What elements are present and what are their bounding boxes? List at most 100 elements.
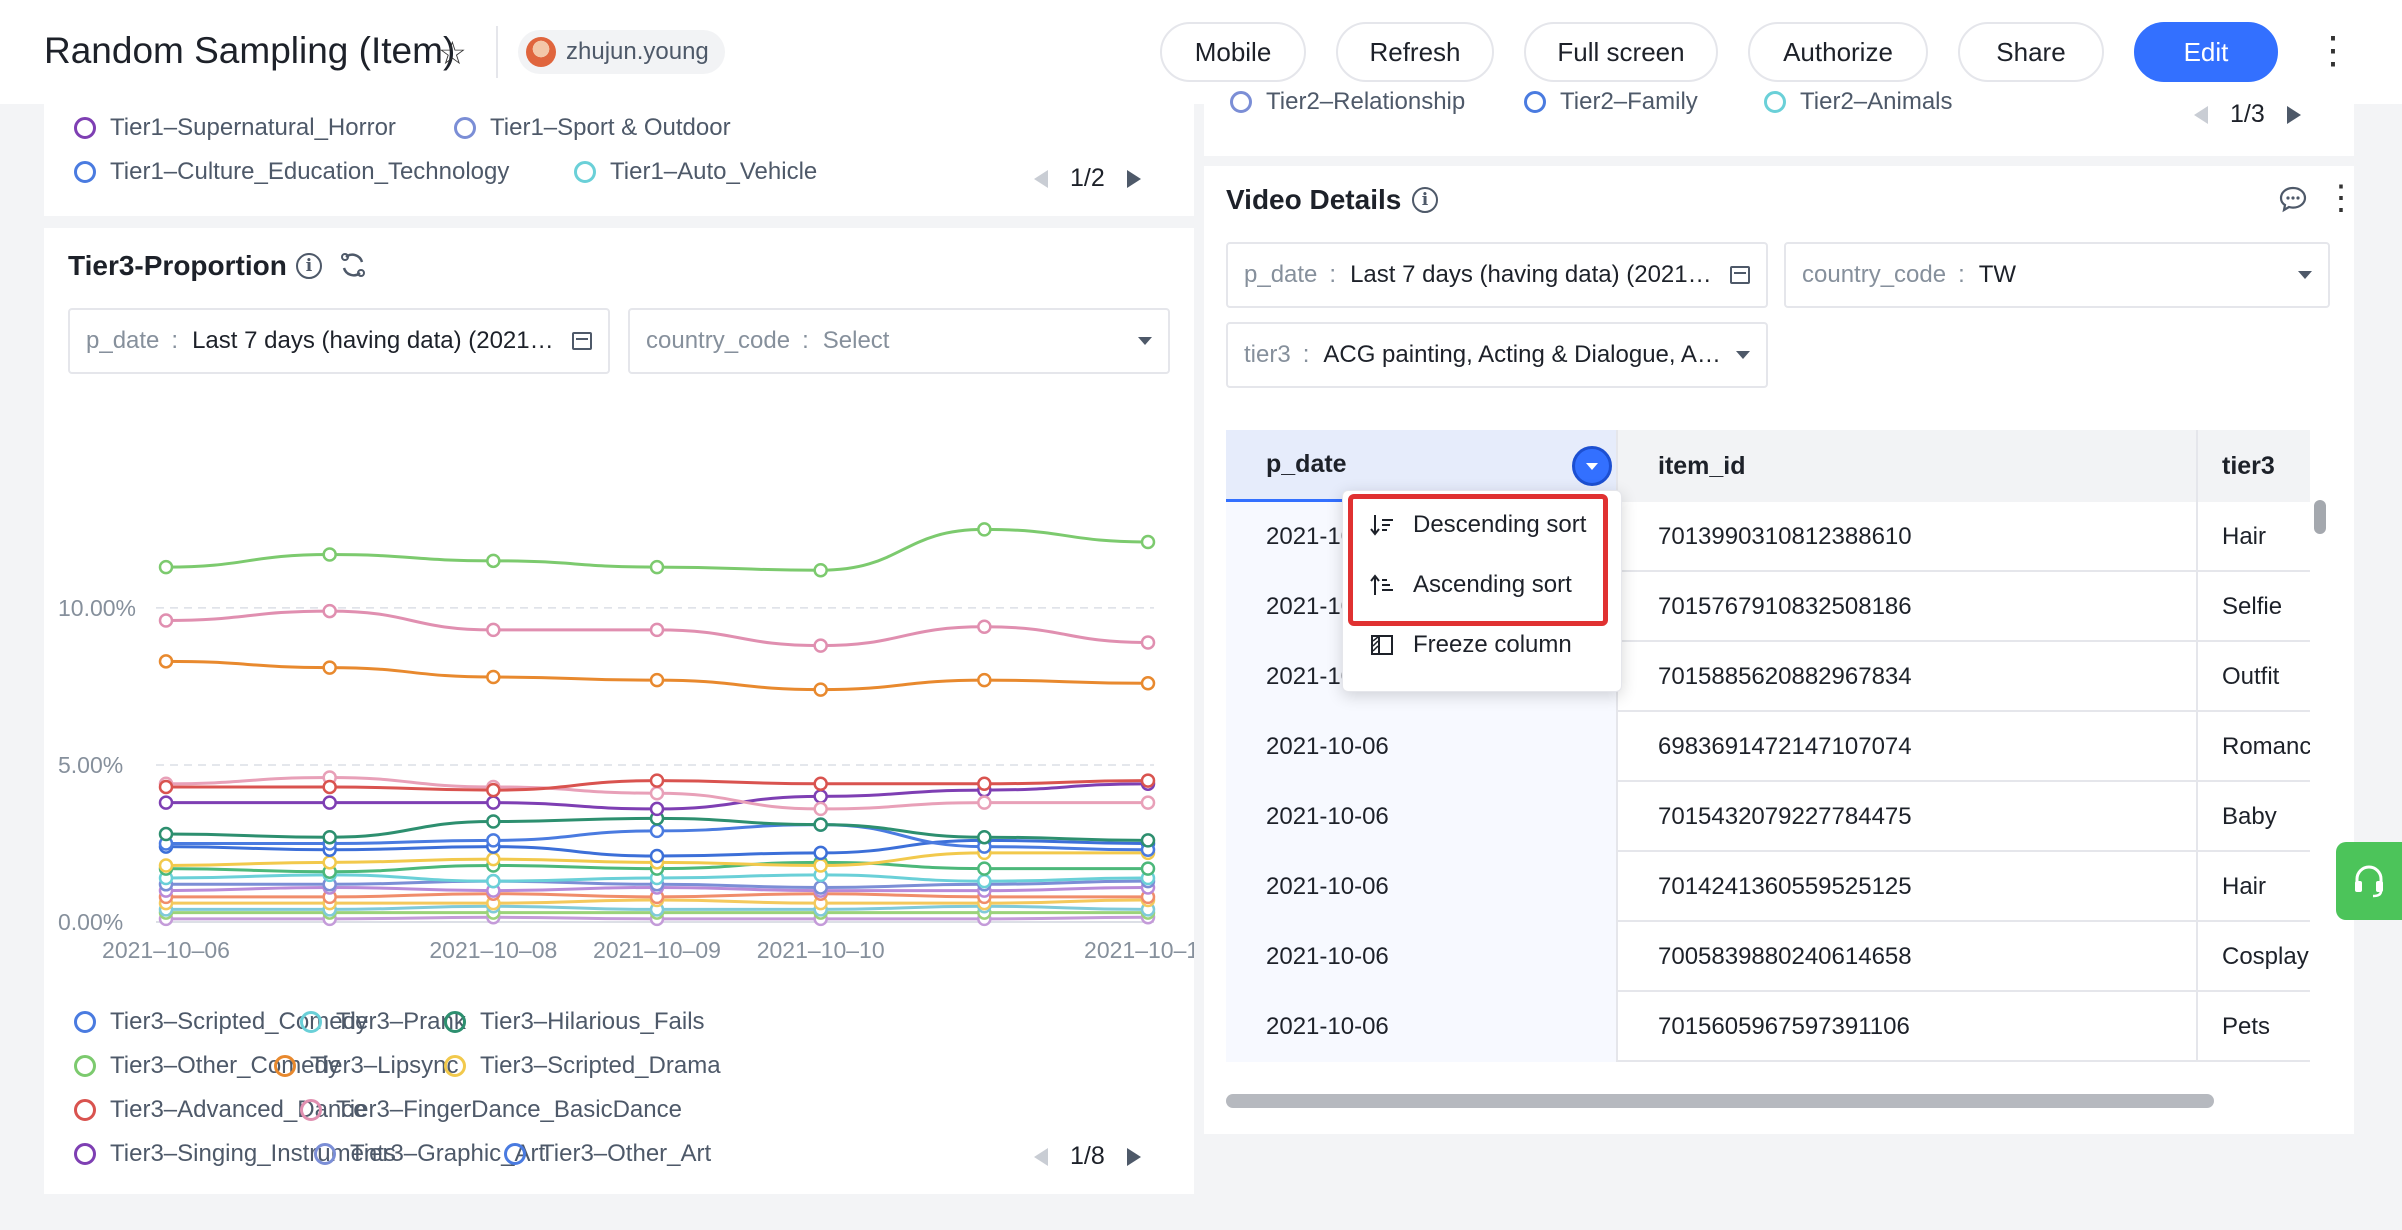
data-point[interactable] bbox=[322, 829, 337, 845]
star-icon[interactable]: ☆ bbox=[438, 34, 467, 72]
tier3-filter[interactable]: tier3 : ACG painting, Acting & Dialogue,… bbox=[1226, 322, 1768, 388]
data-point[interactable] bbox=[813, 858, 828, 873]
data-point[interactable] bbox=[813, 789, 828, 804]
table-row[interactable]: 2021-10-06 7015605967597391106 Pets bbox=[1226, 992, 2310, 1062]
data-point[interactable] bbox=[813, 880, 828, 895]
data-point[interactable] bbox=[977, 672, 992, 688]
data-point[interactable] bbox=[649, 823, 665, 839]
more-vertical-icon[interactable]: ⋮ bbox=[2314, 28, 2352, 73]
legend-item[interactable]: Tier3–FingerDance_BasicDance bbox=[300, 1096, 682, 1124]
data-point[interactable] bbox=[158, 654, 174, 669]
p-date-filter[interactable]: p_date : Last 7 days (having data) (2021… bbox=[1226, 242, 1768, 308]
legend-item[interactable]: Tier2–Family bbox=[1524, 88, 1698, 116]
next-page-icon[interactable] bbox=[1126, 1147, 1141, 1166]
data-point[interactable] bbox=[486, 782, 501, 798]
data-point[interactable] bbox=[486, 873, 501, 889]
data-point[interactable] bbox=[977, 522, 992, 537]
data-point[interactable] bbox=[158, 779, 174, 795]
data-point[interactable] bbox=[486, 851, 501, 867]
data-point[interactable] bbox=[322, 660, 337, 675]
prev-page-icon[interactable] bbox=[2194, 105, 2208, 124]
legend-item[interactable]: Tier2–Animals bbox=[1764, 88, 1953, 116]
data-point[interactable] bbox=[322, 779, 337, 795]
prev-page-icon[interactable] bbox=[1034, 1147, 1048, 1166]
table-row[interactable]: 2021-10-06 7015432079227784475 Baby bbox=[1226, 782, 2310, 852]
data-point[interactable] bbox=[977, 873, 992, 889]
user-chip[interactable]: zhujun.young bbox=[518, 30, 725, 74]
data-point[interactable] bbox=[649, 848, 665, 864]
data-point[interactable] bbox=[813, 776, 828, 792]
freeze-column-item[interactable]: Freeze column bbox=[1369, 631, 1572, 659]
horizontal-scrollbar[interactable] bbox=[1226, 1094, 2214, 1108]
next-page-icon[interactable] bbox=[2286, 105, 2301, 124]
refresh-button[interactable]: Refresh bbox=[1336, 22, 1494, 82]
table-row[interactable]: 2021-10-066983691472147107074 Romance bbox=[1226, 712, 2310, 782]
data-point[interactable] bbox=[322, 603, 337, 619]
data-point[interactable] bbox=[813, 845, 828, 861]
data-point[interactable] bbox=[649, 559, 665, 575]
data-point[interactable] bbox=[1140, 534, 1156, 550]
legend-item[interactable]: Tier1–Supernatural_Horror bbox=[74, 114, 396, 142]
data-point[interactable] bbox=[1140, 676, 1156, 691]
data-point[interactable] bbox=[1140, 773, 1156, 788]
data-point[interactable] bbox=[977, 619, 992, 635]
data-point[interactable] bbox=[813, 817, 828, 832]
data-point[interactable] bbox=[813, 682, 828, 697]
country-code-filter[interactable]: country_code : TW bbox=[1784, 242, 2330, 308]
data-point[interactable] bbox=[649, 801, 665, 817]
data-point[interactable] bbox=[649, 622, 665, 638]
data-point[interactable] bbox=[977, 861, 992, 876]
legend-item[interactable]: Tier3–Scripted_Drama bbox=[444, 1052, 721, 1080]
data-point[interactable] bbox=[158, 795, 174, 810]
legend-item[interactable]: Tier1–Culture_Education_Technology bbox=[74, 158, 509, 186]
legend-item[interactable]: Tier3–Lipsync bbox=[274, 1052, 459, 1080]
legend-item[interactable]: Tier2–Relationship bbox=[1230, 88, 1465, 116]
data-point[interactable] bbox=[977, 776, 992, 792]
info-icon[interactable]: i bbox=[1412, 187, 1438, 213]
comment-icon[interactable] bbox=[2278, 184, 2308, 214]
edit-button[interactable]: Edit bbox=[2134, 22, 2278, 82]
data-point[interactable] bbox=[486, 833, 501, 848]
data-point[interactable] bbox=[158, 613, 174, 628]
data-point[interactable] bbox=[813, 801, 828, 817]
data-point[interactable] bbox=[158, 826, 174, 842]
data-point[interactable] bbox=[977, 795, 992, 810]
data-point[interactable] bbox=[1140, 795, 1156, 810]
legend-item[interactable]: Tier3–Prank bbox=[300, 1008, 466, 1036]
data-point[interactable] bbox=[486, 553, 501, 569]
next-page-icon[interactable] bbox=[1126, 169, 1141, 188]
data-point[interactable] bbox=[813, 562, 828, 578]
data-point[interactable] bbox=[486, 622, 501, 638]
data-point[interactable] bbox=[813, 638, 828, 653]
card-more-vertical-icon[interactable]: ⋮ bbox=[2324, 178, 2358, 218]
data-point[interactable] bbox=[977, 829, 992, 845]
data-point[interactable] bbox=[1140, 635, 1156, 650]
data-point[interactable] bbox=[322, 855, 337, 870]
prev-page-icon[interactable] bbox=[1034, 169, 1048, 188]
column-header-item-id[interactable]: item_id bbox=[1618, 430, 2198, 502]
legend-item[interactable]: Tier3–Other_Art bbox=[504, 1140, 711, 1168]
legend-item[interactable]: Tier1–Sport & Outdoor bbox=[454, 114, 731, 142]
column-header-tier3[interactable]: tier3 bbox=[2198, 430, 2310, 502]
data-point[interactable] bbox=[322, 547, 337, 562]
legend-item[interactable]: Tier3–Hilarious_Fails bbox=[444, 1008, 705, 1036]
data-point[interactable] bbox=[1140, 833, 1156, 848]
column-sort-button[interactable] bbox=[1572, 446, 1612, 486]
data-point[interactable] bbox=[649, 672, 665, 688]
data-point[interactable] bbox=[1140, 861, 1156, 876]
data-point[interactable] bbox=[322, 795, 337, 810]
data-point[interactable] bbox=[158, 559, 174, 575]
data-point[interactable] bbox=[649, 773, 665, 788]
help-button[interactable] bbox=[2336, 842, 2402, 920]
data-point[interactable] bbox=[649, 785, 665, 801]
full-screen-button[interactable]: Full screen bbox=[1524, 22, 1718, 82]
mobile-button[interactable]: Mobile bbox=[1160, 22, 1306, 82]
table-row[interactable]: 2021-10-06 7014241360559525125 Hair bbox=[1226, 852, 2310, 922]
data-point[interactable] bbox=[486, 669, 501, 685]
share-button[interactable]: Share bbox=[1958, 22, 2104, 82]
data-point[interactable] bbox=[486, 814, 501, 829]
authorize-button[interactable]: Authorize bbox=[1748, 22, 1928, 82]
legend-item[interactable]: Tier1–Auto_Vehicle bbox=[574, 158, 817, 186]
data-point[interactable] bbox=[158, 858, 174, 873]
data-point[interactable] bbox=[486, 795, 501, 810]
